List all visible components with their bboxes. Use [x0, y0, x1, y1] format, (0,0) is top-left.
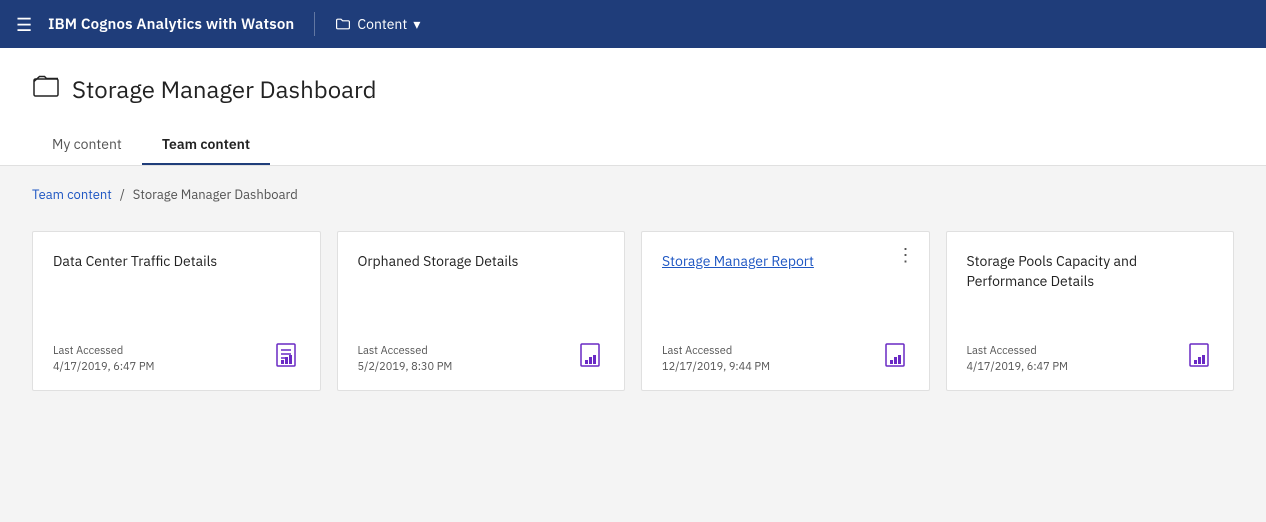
more-options-icon[interactable]: ⋮: [897, 246, 915, 264]
card-orphaned-storage[interactable]: Orphaned Storage Details Last Accessed 5…: [337, 231, 626, 391]
last-accessed-label: Last Accessed: [53, 344, 154, 358]
last-accessed-date: 4/17/2019, 6:47 PM: [53, 360, 154, 374]
nav-divider: [314, 12, 315, 36]
last-accessed-date: 5/2/2019, 8:30 PM: [358, 360, 453, 374]
breadcrumb-link-team-content[interactable]: Team content: [32, 186, 112, 203]
chevron-down-icon: ▾: [413, 15, 420, 33]
card-meta: Last Accessed 12/17/2019, 9:44 PM: [662, 344, 770, 374]
card-storage-manager-report[interactable]: ⋮ Storage Manager Report Last Accessed 1…: [641, 231, 930, 391]
breadcrumb-current: Storage Manager Dashboard: [133, 186, 298, 203]
card-report-icon: [881, 341, 909, 374]
card-title: Orphaned Storage Details: [358, 252, 605, 329]
content-nav-item[interactable]: Content ▾: [335, 15, 420, 33]
tab-my-content[interactable]: My content: [32, 125, 142, 165]
card-title[interactable]: Storage Manager Report: [662, 252, 909, 329]
page-title: Storage Manager Dashboard: [72, 73, 377, 105]
card-storage-pools-capacity[interactable]: Storage Pools Capacity and Performance D…: [946, 231, 1235, 391]
card-meta: Last Accessed 5/2/2019, 8:30 PM: [358, 344, 453, 374]
tab-team-content[interactable]: Team content: [142, 125, 270, 165]
card-meta: Last Accessed 4/17/2019, 6:47 PM: [53, 344, 154, 374]
card-data-center-traffic[interactable]: Data Center Traffic Details Last Accesse…: [32, 231, 321, 391]
page-folder-icon: [32, 72, 60, 105]
last-accessed-label: Last Accessed: [358, 344, 453, 358]
folder-icon: [335, 16, 351, 32]
card-meta: Last Accessed 4/17/2019, 6:47 PM: [967, 344, 1068, 374]
hamburger-menu-icon[interactable]: ☰: [16, 13, 32, 36]
card-report-icon: [272, 341, 300, 374]
last-accessed-date: 12/17/2019, 9:44 PM: [662, 360, 770, 374]
breadcrumb-separator: /: [120, 186, 125, 203]
last-accessed-label: Last Accessed: [967, 344, 1068, 358]
top-navigation: ☰ IBM Cognos Analytics with Watson Conte…: [0, 0, 1266, 48]
last-accessed-label: Last Accessed: [662, 344, 770, 358]
tab-bar: My content Team content: [32, 125, 1234, 165]
breadcrumb: Team content / Storage Manager Dashboard: [32, 186, 1234, 203]
card-title: Storage Pools Capacity and Performance D…: [967, 252, 1214, 329]
content-area: Team content / Storage Manager Dashboard…: [0, 166, 1266, 522]
cards-grid: Data Center Traffic Details Last Accesse…: [32, 231, 1234, 391]
card-report-icon: [576, 341, 604, 374]
card-footer: Last Accessed 12/17/2019, 9:44 PM: [662, 341, 909, 374]
page-title-row: Storage Manager Dashboard: [32, 72, 1234, 105]
card-title: Data Center Traffic Details: [53, 252, 300, 329]
card-footer: Last Accessed 5/2/2019, 8:30 PM: [358, 341, 605, 374]
card-footer: Last Accessed 4/17/2019, 6:47 PM: [53, 341, 300, 374]
main-header: Storage Manager Dashboard My content Tea…: [0, 48, 1266, 166]
card-footer: Last Accessed 4/17/2019, 6:47 PM: [967, 341, 1214, 374]
last-accessed-date: 4/17/2019, 6:47 PM: [967, 360, 1068, 374]
content-label: Content: [357, 15, 407, 33]
card-report-icon: [1185, 341, 1213, 374]
app-title: IBM Cognos Analytics with Watson: [48, 15, 294, 34]
